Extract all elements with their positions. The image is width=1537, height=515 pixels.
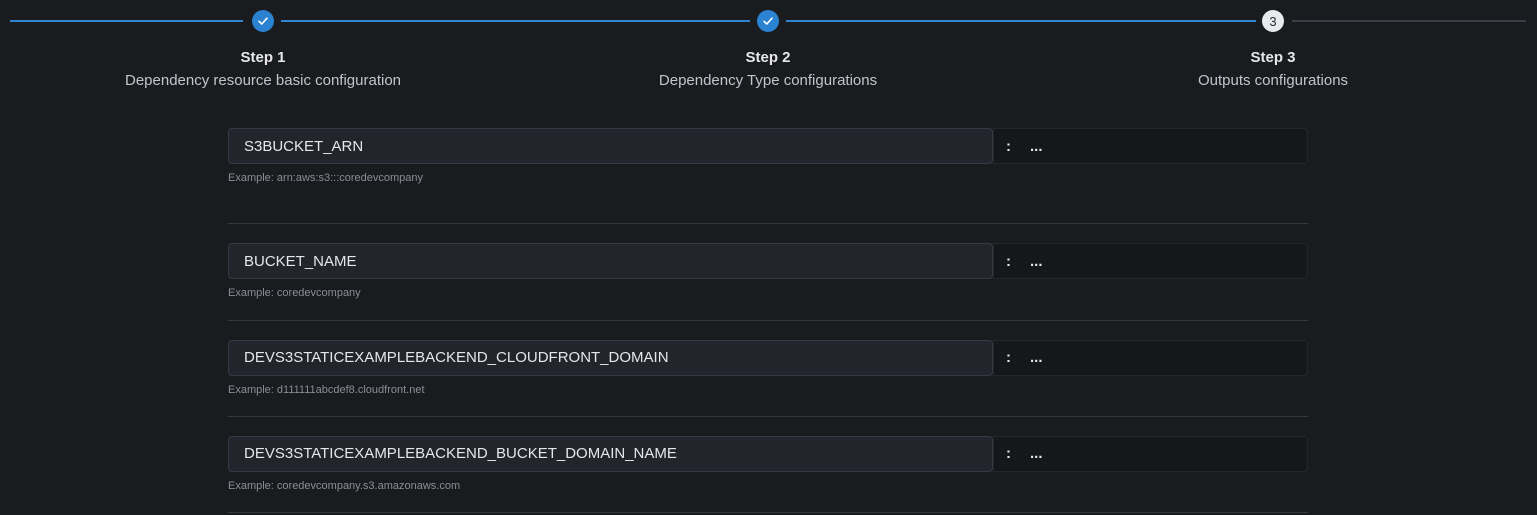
- output-key-value: DEVS3STATICEXAMPLEBACKEND_CLOUDFRONT_DOM…: [244, 349, 669, 367]
- output-example-hint: Example: arn:aws:s3:::coredevcompany: [228, 172, 424, 184]
- key-value-separator: :: [1006, 349, 1011, 367]
- output-example-hint: Example: d111111abcdef8.cloudfront.net: [228, 383, 425, 396]
- check-icon: [763, 17, 773, 25]
- stepper: 3 Step 1 Dependency resource basic confi…: [0, 0, 1537, 110]
- step-3-indicator[interactable]: 3: [1262, 10, 1284, 32]
- outputs-form: S3BUCKET_ARN : ... Example: arn:aws:s3::…: [228, 128, 1308, 514]
- check-icon: [258, 17, 268, 25]
- output-key-field[interactable]: S3BUCKET_ARN: [228, 128, 993, 164]
- output-value-field[interactable]: : ...: [993, 339, 1308, 376]
- output-value-field[interactable]: : ...: [993, 128, 1308, 164]
- output-row: DEVS3STATICEXAMPLEBACKEND_BUCKET_DOMAIN_…: [228, 417, 1308, 514]
- step-title: Step 1: [240, 49, 286, 66]
- step-3-label: Step 3 Outputs configurations: [1073, 48, 1473, 92]
- step-1-label: Step 1 Dependency resource basic configu…: [63, 48, 463, 92]
- output-value: ...: [1030, 445, 1043, 463]
- output-key-value: BUCKET_NAME: [244, 252, 357, 270]
- step-2-indicator[interactable]: [757, 10, 779, 32]
- step-description: Outputs configurations: [1197, 72, 1349, 89]
- output-key-field[interactable]: BUCKET_NAME: [228, 243, 993, 280]
- output-value: ...: [1030, 349, 1043, 367]
- output-value: ...: [1030, 137, 1043, 155]
- step-title: Step 2: [745, 49, 791, 66]
- step-connector: [281, 20, 750, 22]
- step-1-indicator[interactable]: [252, 10, 274, 32]
- output-value-field[interactable]: : ...: [993, 243, 1308, 280]
- step-connector: [786, 20, 1256, 22]
- key-value-separator: :: [1006, 137, 1011, 155]
- output-row: BUCKET_NAME : ... Example: coredevcompan…: [228, 224, 1308, 321]
- step-description: Dependency Type configurations: [658, 72, 878, 89]
- key-value-separator: :: [1006, 252, 1011, 270]
- output-key-field[interactable]: DEVS3STATICEXAMPLEBACKEND_CLOUDFRONT_DOM…: [228, 339, 993, 376]
- step-connector: [1292, 20, 1526, 22]
- output-row: S3BUCKET_ARN : ... Example: arn:aws:s3::…: [228, 128, 1308, 225]
- output-row: DEVS3STATICEXAMPLEBACKEND_CLOUDFRONT_DOM…: [228, 321, 1308, 417]
- key-value-separator: :: [1006, 445, 1011, 463]
- output-value: ...: [1030, 252, 1043, 270]
- step-2-label: Step 2 Dependency Type configurations: [568, 48, 968, 92]
- output-example-hint: Example: coredevcompany: [228, 287, 361, 300]
- output-value-field[interactable]: : ...: [993, 435, 1308, 472]
- step-description: Dependency resource basic configuration: [125, 72, 401, 89]
- output-key-value: DEVS3STATICEXAMPLEBACKEND_BUCKET_DOMAIN_…: [244, 445, 677, 463]
- step-number: 3: [1269, 13, 1277, 29]
- step-connector: [10, 20, 243, 22]
- step-title: Step 3: [1250, 49, 1296, 66]
- output-key-value: S3BUCKET_ARN: [244, 137, 364, 155]
- output-key-field[interactable]: DEVS3STATICEXAMPLEBACKEND_BUCKET_DOMAIN_…: [228, 435, 993, 472]
- output-example-hint: Example: coredevcompany.s3.amazonaws.com: [228, 479, 461, 492]
